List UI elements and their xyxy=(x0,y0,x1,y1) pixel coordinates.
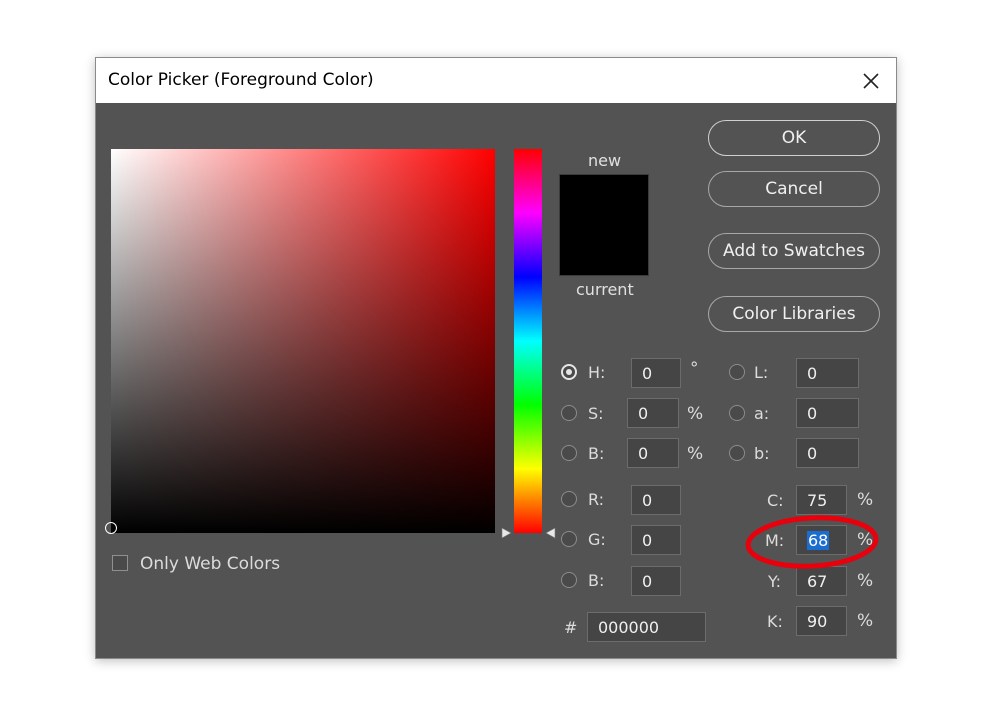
hue-slider-left-arrow-icon[interactable] xyxy=(500,527,512,539)
saturation-radio[interactable] xyxy=(561,405,577,421)
green-radio[interactable] xyxy=(561,531,577,547)
magenta-input[interactable]: 68 xyxy=(796,525,847,555)
magenta-selected-text: 68 xyxy=(807,530,830,550)
cyan-label: C: xyxy=(767,491,784,510)
saturation-unit: % xyxy=(687,404,704,424)
lab-l-label: L: xyxy=(754,363,769,382)
hex-input[interactable]: 000000 xyxy=(587,612,706,642)
brightness-radio[interactable] xyxy=(561,445,577,461)
yellow-input[interactable]: 67 xyxy=(796,566,847,596)
cyan-unit: % xyxy=(857,490,874,510)
cyan-input[interactable]: 75 xyxy=(796,485,847,515)
current-label: current xyxy=(576,280,634,299)
current-color-swatch[interactable] xyxy=(560,225,648,275)
blue-input[interactable]: 0 xyxy=(631,566,681,596)
color-libraries-button[interactable]: Color Libraries xyxy=(708,296,880,332)
lab-b-input[interactable]: 0 xyxy=(796,438,859,468)
yellow-unit: % xyxy=(857,571,874,591)
close-icon[interactable] xyxy=(856,66,886,96)
hue-slider-right-arrow-icon[interactable] xyxy=(545,527,557,539)
red-input[interactable]: 0 xyxy=(631,485,681,515)
hue-input[interactable]: 0 xyxy=(631,358,681,388)
cancel-button[interactable]: Cancel xyxy=(708,171,880,207)
brightness-label: B: xyxy=(588,444,605,463)
black-label: K: xyxy=(767,612,783,631)
hue-label: H: xyxy=(588,363,606,382)
ok-button[interactable]: OK xyxy=(708,120,880,156)
only-web-colors-label[interactable]: Only Web Colors xyxy=(140,554,280,574)
black-unit: % xyxy=(857,611,874,631)
lab-b-label: b: xyxy=(754,444,770,463)
magenta-unit: % xyxy=(857,530,874,550)
color-field[interactable] xyxy=(105,149,495,534)
green-label: G: xyxy=(588,530,606,549)
only-web-colors-checkbox[interactable] xyxy=(112,555,128,571)
magenta-label: M: xyxy=(765,531,785,550)
color-picker-dialog: Color Picker (Foreground Color) new curr… xyxy=(95,57,897,659)
lab-a-label: a: xyxy=(754,404,770,423)
add-to-swatches-button[interactable]: Add to Swatches xyxy=(708,233,880,269)
red-radio[interactable] xyxy=(561,491,577,507)
new-label: new xyxy=(588,151,622,170)
lab-l-radio[interactable] xyxy=(729,364,745,380)
color-preview xyxy=(559,174,649,276)
color-field-cursor[interactable] xyxy=(105,522,117,534)
new-color-swatch xyxy=(560,175,648,225)
title-bar: Color Picker (Foreground Color) xyxy=(96,58,896,103)
lab-a-radio[interactable] xyxy=(729,405,745,421)
lab-b-radio[interactable] xyxy=(729,445,745,461)
brightness-input[interactable]: 0 xyxy=(627,438,679,468)
saturation-label: S: xyxy=(588,404,604,423)
green-input[interactable]: 0 xyxy=(631,525,681,555)
brightness-unit: % xyxy=(687,444,704,464)
blue-label: B: xyxy=(588,571,605,590)
lab-l-input[interactable]: 0 xyxy=(796,358,859,388)
black-input[interactable]: 90 xyxy=(796,606,847,636)
yellow-label: Y: xyxy=(768,572,782,591)
red-label: R: xyxy=(588,490,605,509)
blue-radio[interactable] xyxy=(561,572,577,588)
window-title: Color Picker (Foreground Color) xyxy=(108,70,374,90)
hue-unit: ° xyxy=(690,359,699,379)
saturation-input[interactable]: 0 xyxy=(627,398,679,428)
hex-label: # xyxy=(564,618,578,637)
lab-a-input[interactable]: 0 xyxy=(796,398,859,428)
hue-radio[interactable] xyxy=(561,364,577,380)
hue-slider[interactable] xyxy=(514,149,542,533)
